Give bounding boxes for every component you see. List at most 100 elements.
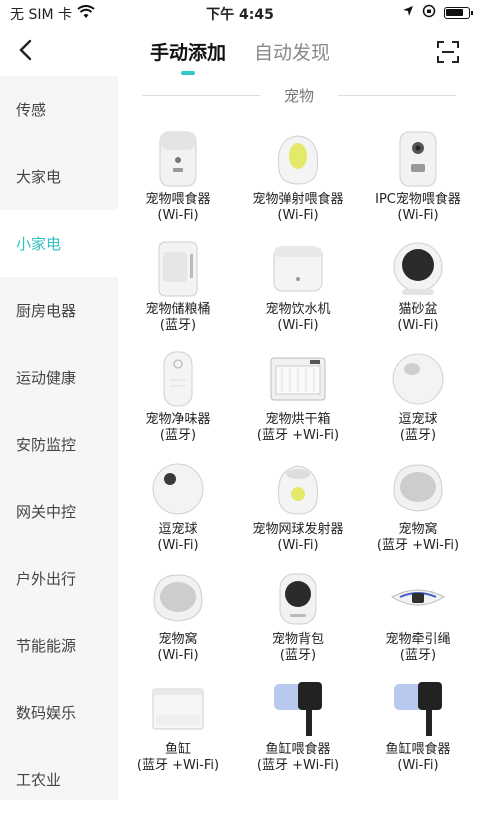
device-card-litter-box[interactable]: 猫砂盆 (Wi-Fi) xyxy=(358,234,478,344)
device-name: 逗宠球 xyxy=(398,412,438,427)
dryer-box-icon xyxy=(266,348,330,410)
device-name: 宠物储粮桶 xyxy=(145,302,211,317)
device-content: 宠物 宠物喂食器 (Wi-Fi) 宠物弹射喂食器 (Wi-Fi) IPC宠物喂食… xyxy=(118,76,480,800)
scan-button[interactable] xyxy=(436,40,460,64)
sidebar-item-industry[interactable]: 工农业 xyxy=(0,746,118,813)
section-title: 宠物 xyxy=(273,84,324,106)
device-connectivity: (Wi-Fi) xyxy=(397,208,439,223)
sidebar-item-label: 传感 xyxy=(16,101,47,119)
sidebar-item-kitchen[interactable]: 厨房电器 xyxy=(0,277,118,344)
device-card-toy-ball-wifi[interactable]: 逗宠球 (Wi-Fi) xyxy=(118,454,238,564)
ipc-pet-feeder-icon xyxy=(386,128,450,190)
device-connectivity: (蓝牙) xyxy=(399,428,437,443)
device-connectivity: (Wi-Fi) xyxy=(277,538,319,553)
device-name: 宠物弹射喂食器 xyxy=(252,192,344,207)
location-icon xyxy=(402,5,414,21)
sidebar-item-label: 网关中控 xyxy=(16,503,77,521)
device-name: 逗宠球 xyxy=(158,522,198,537)
mode-tabs: 手动添加 自动发现 xyxy=(0,38,480,75)
device-card-pet-bed-bt-wifi[interactable]: 宠物窝 (蓝牙 +Wi-Fi) xyxy=(358,454,478,564)
device-card-ball-launcher[interactable]: 宠物网球发射器 (Wi-Fi) xyxy=(238,454,358,564)
pet-leash-icon xyxy=(386,568,450,630)
device-connectivity: (Wi-Fi) xyxy=(157,648,199,663)
divider xyxy=(338,95,456,96)
sidebar-item-energy[interactable]: 节能能源 xyxy=(0,612,118,679)
device-card-deodorizer[interactable]: 宠物净味器 (蓝牙) xyxy=(118,344,238,454)
fish-tank-icon xyxy=(146,678,210,740)
device-card-dryer-box[interactable]: 宠物烘干箱 (蓝牙 +Wi-Fi) xyxy=(238,344,358,454)
sidebar-item-label: 数码娱乐 xyxy=(16,704,77,722)
device-connectivity: (Wi-Fi) xyxy=(157,208,199,223)
device-card-food-storage[interactable]: 宠物储粮桶 (蓝牙) xyxy=(118,234,238,344)
category-sidebar: 传感 大家电 小家电 厨房电器 运动健康 安防监控 网关中控 户外出行 节能能源… xyxy=(0,76,118,800)
device-card-fish-tank[interactable]: 鱼缸 (蓝牙 +Wi-Fi) xyxy=(118,674,238,784)
toy-ball-icon xyxy=(386,348,450,410)
sidebar-item-label: 安防监控 xyxy=(16,436,77,454)
device-connectivity: (蓝牙) xyxy=(279,648,317,663)
device-name: 宠物烘干箱 xyxy=(265,412,331,427)
device-name: 鱼缸 xyxy=(164,742,191,757)
sidebar-item-label: 户外出行 xyxy=(16,570,77,588)
scan-icon xyxy=(437,41,459,63)
sidebar-item-label: 大家电 xyxy=(16,168,62,186)
device-card-pet-launch-feeder[interactable]: 宠物弹射喂食器 (Wi-Fi) xyxy=(238,124,358,234)
sidebar-item-small-appliance[interactable]: 小家电 xyxy=(0,210,118,277)
device-card-water-fountain[interactable]: 宠物饮水机 (Wi-Fi) xyxy=(238,234,358,344)
battery-icon xyxy=(444,7,473,19)
sidebar-item-sports-health[interactable]: 运动健康 xyxy=(0,344,118,411)
sidebar-item-sensor[interactable]: 传感 xyxy=(0,76,118,143)
device-connectivity: (Wi-Fi) xyxy=(157,538,199,553)
device-connectivity: (蓝牙 +Wi-Fi) xyxy=(376,538,460,553)
tab-indicator xyxy=(180,71,195,75)
sidebar-item-gateway[interactable]: 网关中控 xyxy=(0,478,118,545)
pet-backpack-icon xyxy=(266,568,330,630)
tab-label: 自动发现 xyxy=(254,42,331,64)
device-connectivity: (蓝牙 +Wi-Fi) xyxy=(256,758,340,773)
device-name: IPC宠物喂食器 xyxy=(375,192,461,207)
device-card-toy-ball-bt[interactable]: 逗宠球 (蓝牙) xyxy=(358,344,478,454)
device-card-fish-feeder-wifi[interactable]: 鱼缸喂食器 (Wi-Fi) xyxy=(358,674,478,784)
fish-feeder-icon xyxy=(266,678,330,740)
pet-feeder-icon xyxy=(146,128,210,190)
section-header: 宠物 xyxy=(118,76,480,114)
fish-feeder-icon xyxy=(386,678,450,740)
device-name: 宠物窝 xyxy=(158,632,198,647)
device-name: 宠物窝 xyxy=(398,522,438,537)
tab-auto-discover[interactable]: 自动发现 xyxy=(254,38,330,75)
sidebar-item-digital[interactable]: 数码娱乐 xyxy=(0,679,118,746)
device-card-pet-leash[interactable]: 宠物牵引绳 (蓝牙) xyxy=(358,564,478,674)
device-card-pet-feeder[interactable]: 宠物喂食器 (Wi-Fi) xyxy=(118,124,238,234)
device-connectivity: (Wi-Fi) xyxy=(397,318,439,333)
device-name: 宠物背包 xyxy=(271,632,324,647)
device-name: 宠物饮水机 xyxy=(265,302,331,317)
device-name: 宠物网球发射器 xyxy=(252,522,344,537)
nav-bar: 手动添加 自动发现 xyxy=(0,30,480,76)
device-card-pet-bed-wifi[interactable]: 宠物窝 (Wi-Fi) xyxy=(118,564,238,674)
sidebar-item-outdoor[interactable]: 户外出行 xyxy=(0,545,118,612)
pet-launch-feeder-icon xyxy=(266,128,330,190)
ball-launcher-icon xyxy=(266,458,330,520)
device-name: 鱼缸喂食器 xyxy=(265,742,331,757)
sidebar-item-major-appliance[interactable]: 大家电 xyxy=(0,143,118,210)
pet-bed-icon xyxy=(386,458,450,520)
sidebar-item-security[interactable]: 安防监控 xyxy=(0,411,118,478)
device-name: 宠物净味器 xyxy=(145,412,211,427)
deodorizer-icon xyxy=(146,348,210,410)
device-connectivity: (蓝牙) xyxy=(159,318,197,333)
device-connectivity: (Wi-Fi) xyxy=(397,758,439,773)
device-name: 猫砂盆 xyxy=(398,302,438,317)
tab-manual-add[interactable]: 手动添加 xyxy=(150,38,226,75)
sidebar-item-label: 节能能源 xyxy=(16,637,77,655)
device-connectivity: (蓝牙) xyxy=(159,428,197,443)
sidebar-item-label: 小家电 xyxy=(16,235,62,253)
device-card-ipc-pet-feeder[interactable]: IPC宠物喂食器 (Wi-Fi) xyxy=(358,124,478,234)
sidebar-item-label: 运动健康 xyxy=(16,369,77,387)
device-card-pet-backpack[interactable]: 宠物背包 (蓝牙) xyxy=(238,564,358,674)
food-storage-icon xyxy=(146,238,210,300)
status-bar: 无 SIM 卡 下午 4:45 xyxy=(0,0,480,24)
sidebar-item-label: 厨房电器 xyxy=(16,302,77,320)
pet-bed-icon xyxy=(146,568,210,630)
device-connectivity: (Wi-Fi) xyxy=(277,318,319,333)
device-card-fish-feeder-bt-wifi[interactable]: 鱼缸喂食器 (蓝牙 +Wi-Fi) xyxy=(238,674,358,784)
toy-ball-icon xyxy=(146,458,210,520)
